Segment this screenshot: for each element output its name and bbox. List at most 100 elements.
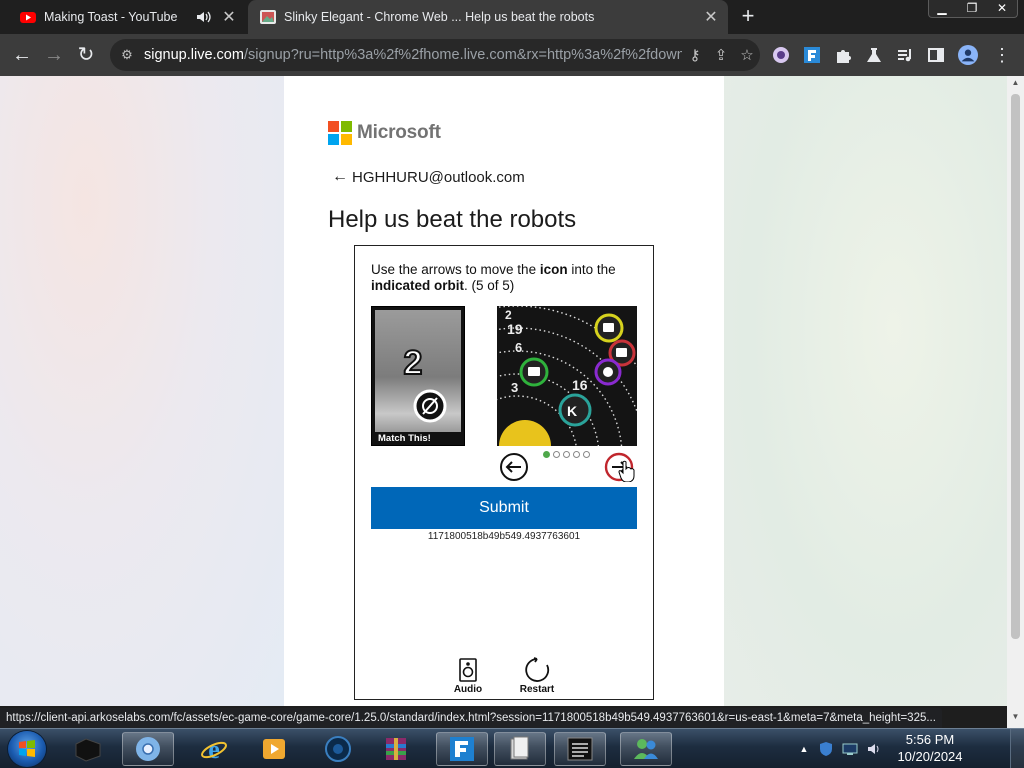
clock-time: 5:56 PM xyxy=(905,732,955,747)
match-caption: Match This! xyxy=(378,433,431,444)
tab-youtube[interactable]: Making Toast - YouTube ✕ xyxy=(8,0,246,34)
flow-extension-icon[interactable] xyxy=(802,45,822,65)
url-text[interactable]: signup.live.com/signup?ru=http%3a%2f%2fh… xyxy=(144,47,682,63)
internet-explorer-icon: e xyxy=(201,735,227,763)
orbit-game-canvas: 2 19 6 3 16 K xyxy=(497,306,637,446)
progress-dot xyxy=(573,451,580,458)
volume-icon[interactable] xyxy=(866,741,882,757)
labs-flask-icon[interactable] xyxy=(864,45,884,65)
progress-dot xyxy=(553,451,560,458)
site-info-icon[interactable]: ⚙ xyxy=(110,47,144,63)
image-favicon-icon xyxy=(260,10,276,24)
svg-text:2: 2 xyxy=(505,308,512,322)
taskbar-app-chrome[interactable] xyxy=(122,732,174,766)
session-id: 1171800518b49b549.4937763601 xyxy=(427,531,581,542)
background-left xyxy=(0,76,284,706)
files-icon xyxy=(510,736,529,760)
start-button[interactable] xyxy=(8,731,46,767)
globe-icon xyxy=(325,736,351,762)
vertical-scrollbar[interactable]: ▲ ▼ xyxy=(1007,76,1024,728)
taskbar-app-winrar[interactable] xyxy=(370,732,422,766)
system-tray: ▲ xyxy=(796,729,882,768)
hand-cursor-icon xyxy=(618,460,635,482)
restore-button[interactable]: ❐ xyxy=(958,0,986,18)
system-clock[interactable]: 5:56 PM 10/20/2024 xyxy=(890,731,970,765)
profile-avatar-icon[interactable] xyxy=(958,45,978,65)
close-window-button[interactable]: ✕ xyxy=(988,0,1016,18)
taskbar-app-globe[interactable] xyxy=(312,732,364,766)
back-to-email[interactable]: ← HGHHURU@outlook.com xyxy=(332,168,525,186)
security-shield-icon[interactable] xyxy=(818,741,834,757)
progress-dot xyxy=(543,451,550,458)
speaker-box-icon xyxy=(459,658,477,682)
page-viewport: Microsoft ← HGHHURU@outlook.com Help us … xyxy=(0,76,1007,706)
microsoft-logo: Microsoft xyxy=(328,121,441,145)
link-status-bar: https://client-api.arkoselabs.com/fc/ass… xyxy=(0,708,942,728)
winrar-icon xyxy=(386,738,406,760)
windows-taskbar: e ▲ 5:56 PM 10/20/2024 xyxy=(0,728,1024,768)
media-queue-icon[interactable] xyxy=(895,45,915,65)
svg-text:2: 2 xyxy=(404,344,423,382)
taskbar-app-flow[interactable] xyxy=(436,732,488,766)
minimize-button[interactable]: ▁ xyxy=(928,0,956,18)
submit-button[interactable]: Submit xyxy=(371,487,637,529)
taskbar-app-internet-explorer[interactable]: e xyxy=(188,732,240,766)
email-text: HGHHURU@outlook.com xyxy=(352,168,525,186)
tab-active[interactable]: Slinky Elegant - Chrome Web ... Help us … xyxy=(248,0,728,34)
side-panel-icon[interactable] xyxy=(926,45,946,65)
close-tab-icon[interactable]: ✕ xyxy=(700,7,722,27)
scrollbar-thumb[interactable] xyxy=(1011,94,1020,639)
svg-text:6: 6 xyxy=(515,340,522,355)
back-arrow-icon[interactable]: ← xyxy=(332,168,352,186)
match-target-image: 2 Match This! xyxy=(371,306,465,446)
page-title: Help us beat the robots xyxy=(328,206,577,233)
bookmark-star-icon[interactable]: ☆ xyxy=(734,46,760,64)
network-icon[interactable] xyxy=(842,741,858,757)
background-right xyxy=(724,76,1007,706)
new-tab-button[interactable]: + xyxy=(736,5,760,29)
password-key-icon[interactable]: ⚷ xyxy=(682,46,708,64)
restart-icon xyxy=(525,657,550,682)
target-icon-illustration: 2 xyxy=(403,343,447,423)
address-bar[interactable]: ⚙ signup.live.com/signup?ru=http%3a%2f%2… xyxy=(110,39,760,71)
progress-dot xyxy=(583,451,590,458)
speaker-icon[interactable] xyxy=(194,9,214,25)
taskbar-app-notepad[interactable] xyxy=(554,732,606,766)
taskbar-app-terminal[interactable] xyxy=(62,732,114,766)
tab-title: Making Toast - YouTube xyxy=(44,10,178,24)
restart-label: Restart xyxy=(519,684,555,695)
svg-text:e: e xyxy=(208,735,220,763)
svg-text:16: 16 xyxy=(572,377,588,393)
back-arrow-icon[interactable]: ← xyxy=(10,43,34,67)
windows-logo-icon xyxy=(19,740,35,757)
svg-text:K: K xyxy=(567,403,577,419)
audio-button[interactable]: Audio xyxy=(438,656,498,695)
svg-text:3: 3 xyxy=(511,380,518,395)
scroll-down-icon[interactable]: ▼ xyxy=(1007,712,1024,721)
audio-label: Audio xyxy=(453,684,483,695)
tab-title: Slinky Elegant - Chrome Web ... Help us … xyxy=(284,10,595,24)
clock-date: 10/20/2024 xyxy=(897,749,963,764)
taskbar-app-media-player[interactable] xyxy=(248,732,300,766)
media-player-icon xyxy=(263,739,285,759)
taskbar-app-files[interactable] xyxy=(494,732,546,766)
menu-kebab-icon[interactable]: ⋮ xyxy=(992,45,1012,65)
extension-icon[interactable] xyxy=(771,45,791,65)
taskbar-app-messenger[interactable] xyxy=(620,732,672,766)
forward-arrow-icon[interactable]: → xyxy=(42,43,66,67)
captcha-instruction: Use the arrows to move the icon into the… xyxy=(371,262,616,293)
progress-dot xyxy=(563,451,570,458)
youtube-icon xyxy=(20,12,36,23)
tray-expand-icon[interactable]: ▲ xyxy=(796,744,812,754)
scroll-up-icon[interactable]: ▲ xyxy=(1007,78,1024,87)
chrome-icon xyxy=(136,737,160,761)
tab-strip: Making Toast - YouTube ✕ Slinky Elegant … xyxy=(0,0,1024,34)
close-tab-icon[interactable]: ✕ xyxy=(218,7,240,27)
show-desktop-button[interactable] xyxy=(1010,729,1024,768)
puzzle-extensions-icon[interactable] xyxy=(833,45,853,65)
share-icon[interactable]: ⇪ xyxy=(708,46,734,64)
previous-arrow-button[interactable] xyxy=(499,452,529,482)
reload-icon[interactable]: ↻ xyxy=(74,43,98,67)
messenger-icon xyxy=(634,739,658,759)
restart-button[interactable]: Restart xyxy=(507,656,567,695)
